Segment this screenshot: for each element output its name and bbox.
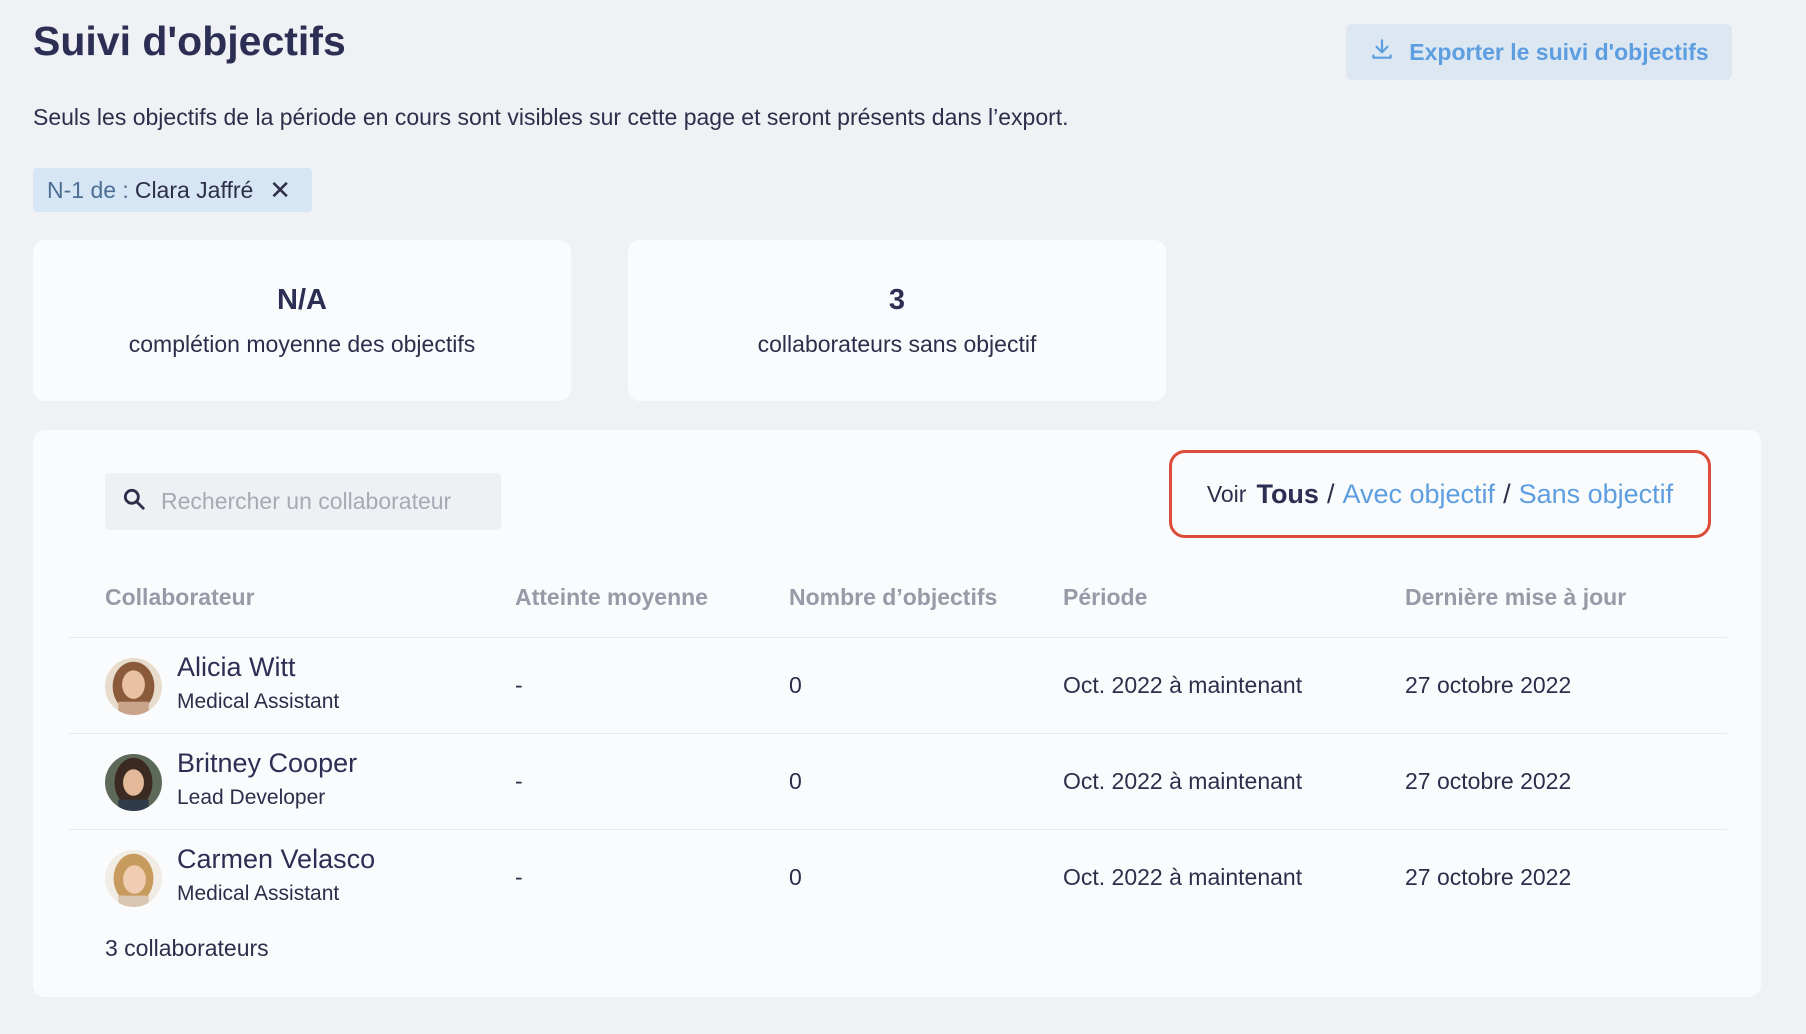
updated-cell: 27 octobre 2022: [1405, 864, 1572, 890]
average-cell: -: [515, 672, 523, 698]
view-filter-without-objective[interactable]: Sans objectif: [1519, 479, 1674, 510]
period-cell: Oct. 2022 à maintenant: [1063, 768, 1303, 794]
collaborator-name: Britney Cooper: [177, 748, 358, 778]
count-cell: 0: [789, 768, 802, 794]
stat-card-without-objective: 3 collaborateurs sans objectif: [628, 240, 1166, 401]
view-filter: Voir Tous / Avec objectif / Sans objecti…: [1169, 450, 1711, 538]
download-icon: [1369, 36, 1395, 68]
avatar: [105, 850, 162, 907]
collaborator-role: Medical Assistant: [177, 882, 340, 905]
column-header-average[interactable]: Atteinte moyenne: [515, 584, 708, 611]
updated-cell: 27 octobre 2022: [1405, 768, 1572, 794]
period-cell: Oct. 2022 à maintenant: [1063, 672, 1303, 698]
table-row[interactable]: Britney Cooper Lead Developer - 0 Oct. 2…: [105, 734, 1725, 830]
collaborator-name: Carmen Velasco: [177, 844, 376, 874]
period-cell: Oct. 2022 à maintenant: [1063, 864, 1303, 890]
stat-label: collaborateurs sans objectif: [757, 330, 1037, 357]
chip-value: Clara Jaffré: [134, 176, 254, 203]
column-header-period[interactable]: Période: [1063, 584, 1147, 611]
collaborators-panel: Voir Tous / Avec objectif / Sans objecti…: [33, 430, 1761, 997]
column-header-collaborator[interactable]: Collaborateur: [105, 584, 255, 611]
view-filter-separator: /: [1326, 478, 1335, 509]
export-button-label: Exporter le suivi d'objectifs: [1409, 38, 1709, 65]
stat-value: N/A: [277, 283, 327, 316]
average-cell: -: [515, 864, 523, 890]
search-icon: [121, 486, 147, 517]
chip-prefix: N-1 de :: [47, 176, 129, 203]
stat-card-completion: N/A complétion moyenne des objectifs: [33, 240, 571, 401]
page-title: Suivi d'objectifs: [33, 18, 346, 64]
collaborator-name: Alicia Witt: [177, 652, 296, 682]
count-cell: 0: [789, 672, 802, 698]
page-subtitle: Seuls les objectifs de la période en cou…: [33, 104, 1069, 130]
close-icon[interactable]: ✕: [269, 177, 291, 203]
manager-filter-chip: N-1 de : Clara Jaffré ✕: [33, 168, 312, 212]
stat-value: 3: [888, 283, 906, 316]
search-input[interactable]: [161, 488, 481, 515]
collaborator-count: 3 collaborateurs: [105, 935, 269, 961]
view-filter-with-objective[interactable]: Avec objectif: [1342, 479, 1495, 510]
stat-label: complétion moyenne des objectifs: [128, 330, 476, 357]
column-header-updated[interactable]: Dernière mise à jour: [1405, 584, 1626, 611]
table-row[interactable]: Alicia Witt Medical Assistant - 0 Oct. 2…: [105, 638, 1725, 734]
updated-cell: 27 octobre 2022: [1405, 672, 1572, 698]
collaborator-role: Lead Developer: [177, 786, 326, 809]
view-filter-separator: /: [1503, 478, 1511, 509]
view-filter-label: Voir: [1206, 480, 1247, 507]
collaborator-role: Medical Assistant: [177, 690, 340, 713]
table-row[interactable]: Carmen Velasco Medical Assistant - 0 Oct…: [105, 830, 1725, 926]
table-header: Collaborateur Atteinte moyenne Nombre d’…: [105, 584, 1725, 614]
view-filter-all[interactable]: Tous: [1256, 479, 1319, 510]
search-box: [105, 473, 501, 530]
count-cell: 0: [789, 864, 802, 890]
avatar: [105, 658, 162, 715]
export-button[interactable]: Exporter le suivi d'objectifs: [1346, 24, 1732, 80]
column-header-count[interactable]: Nombre d’objectifs: [789, 584, 997, 611]
avatar: [105, 754, 162, 811]
average-cell: -: [515, 768, 523, 794]
